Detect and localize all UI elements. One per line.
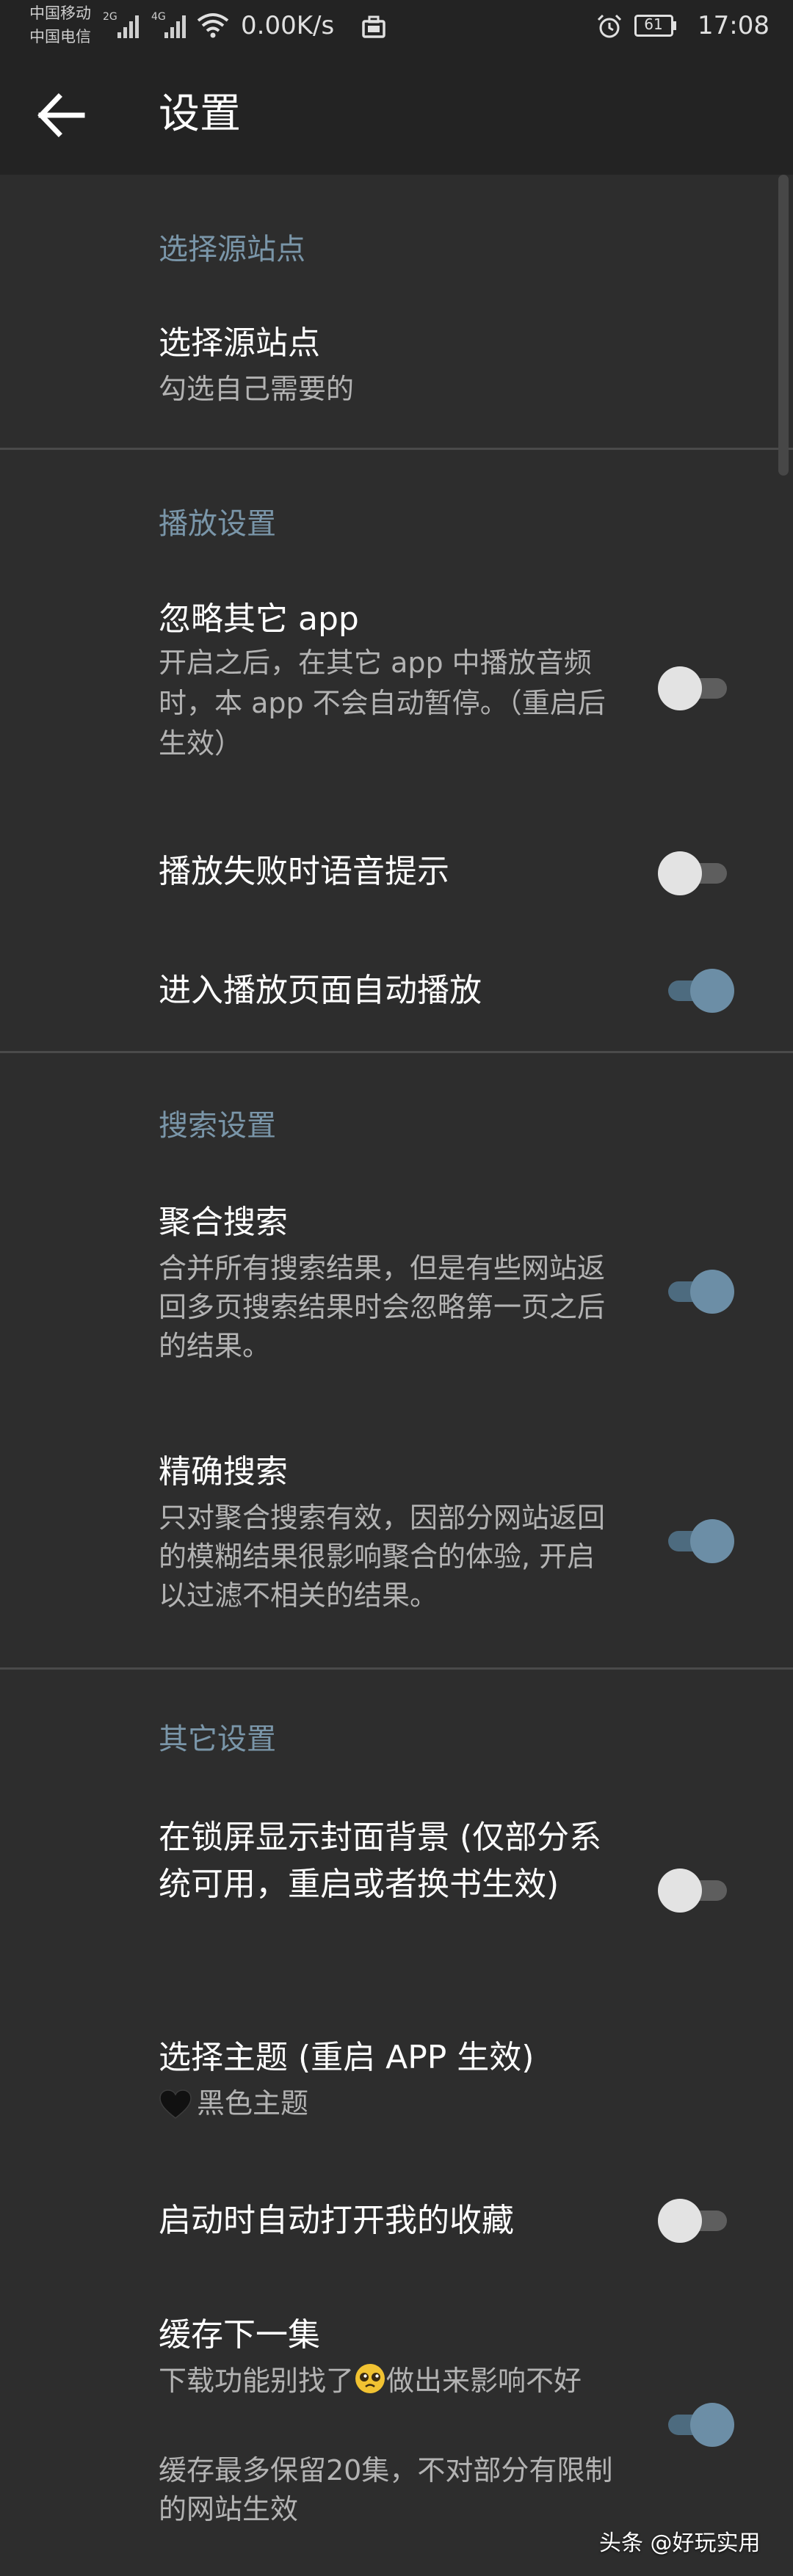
pref-title: 进入播放页面自动播放 [159, 972, 482, 1009]
toggle-switch[interactable] [658, 2401, 734, 2448]
signal-icon [117, 15, 139, 38]
sim1-network-tag: 2G [103, 11, 117, 23]
pleading-face-icon [355, 2364, 385, 2393]
network-speed: 0.00K/s [241, 11, 335, 40]
pref-summary: 勾选自己需要的 [159, 373, 355, 405]
section-header-playback: 播放设置 [159, 507, 276, 541]
pref-title: 在锁屏显示封面背景 (仅部分系统可用，重启或者换书生效) [159, 1819, 602, 1903]
pref-summary: 只对聚合搜索有效，因部分网站返回的模糊结果很影响聚合的体验, 开启以过滤不相关的… [159, 1502, 606, 1612]
switch-thumb [658, 666, 702, 710]
pref-title: 精确搜索 [159, 1453, 288, 1491]
pref-title: 启动时自动打开我的收藏 [159, 2202, 514, 2239]
section-divider [0, 448, 793, 450]
summary-text: 做出来影响不好 [386, 2365, 582, 2397]
toggle-switch[interactable] [658, 1867, 734, 1914]
pref-summary: 黑色主题 [197, 2087, 309, 2120]
section-header-search: 搜索设置 [159, 1109, 276, 1143]
arrow-left-icon[interactable] [35, 92, 87, 138]
wifi-icon [197, 13, 229, 38]
watermark: 头条 @好玩实用 [599, 2530, 761, 2556]
pref-title: 选择源站点 [159, 324, 320, 362]
scrollbar[interactable] [778, 175, 789, 476]
switch-thumb [690, 1519, 734, 1563]
toggle-switch[interactable] [658, 1518, 734, 1565]
section-header-source: 选择源站点 [159, 233, 305, 266]
shopping-bag-icon [362, 15, 385, 38]
toggle-switch[interactable] [658, 2197, 734, 2244]
app-toolbar: 设置 [0, 56, 793, 175]
carrier-2: 中国电信 [29, 28, 91, 46]
pref-summary: 合并所有搜索结果，但是有些网站返回多页搜索结果时会忽略第一页之后的结果。 [159, 1252, 606, 1363]
switch-thumb [690, 969, 734, 1013]
switch-thumb [658, 851, 702, 895]
toggle-switch[interactable] [658, 665, 734, 712]
pref-title: 播放失败时语音提示 [159, 853, 449, 890]
summary-text: 下载功能别找了 [159, 2365, 355, 2397]
switch-thumb [658, 1869, 702, 1913]
section-divider [0, 1667, 793, 1670]
switch-thumb [690, 1270, 734, 1314]
signal-icon [164, 15, 186, 38]
switch-thumb [658, 2199, 702, 2243]
pref-title: 选择主题 (重启 APP 生效) [159, 2039, 535, 2076]
carrier-1: 中国移动 [29, 4, 91, 22]
section-divider [0, 1051, 793, 1053]
status-bar: 中国移动 中国电信 2G 4G 0.00K/s 61 17:08 [0, 0, 793, 56]
pref-summary: 下载功能别找了 做出来影响不好 [159, 2362, 614, 2401]
pref-title: 忽略其它 app [159, 600, 359, 638]
pref-summary: 开启之后，在其它 app 中播放音频时，本 app 不会自动暂停。（重启后生效） [159, 647, 606, 760]
black-heart-icon [159, 2089, 192, 2119]
section-header-other: 其它设置 [159, 1722, 276, 1756]
toggle-switch[interactable] [658, 1268, 734, 1315]
toggle-switch[interactable] [658, 967, 734, 1014]
pref-summary-line-2: 缓存最多保留20集，不对部分有限制的网站生效 [159, 2454, 613, 2526]
pref-title: 聚合搜索 [159, 1204, 288, 1241]
clock: 17:08 [698, 11, 770, 40]
alarm-icon [597, 14, 622, 38]
pref-title: 缓存下一集 [159, 2316, 320, 2354]
switch-thumb [690, 2403, 734, 2447]
page-title: 设置 [159, 90, 241, 138]
toggle-switch[interactable] [658, 850, 734, 897]
battery-level: 61 [644, 15, 663, 33]
